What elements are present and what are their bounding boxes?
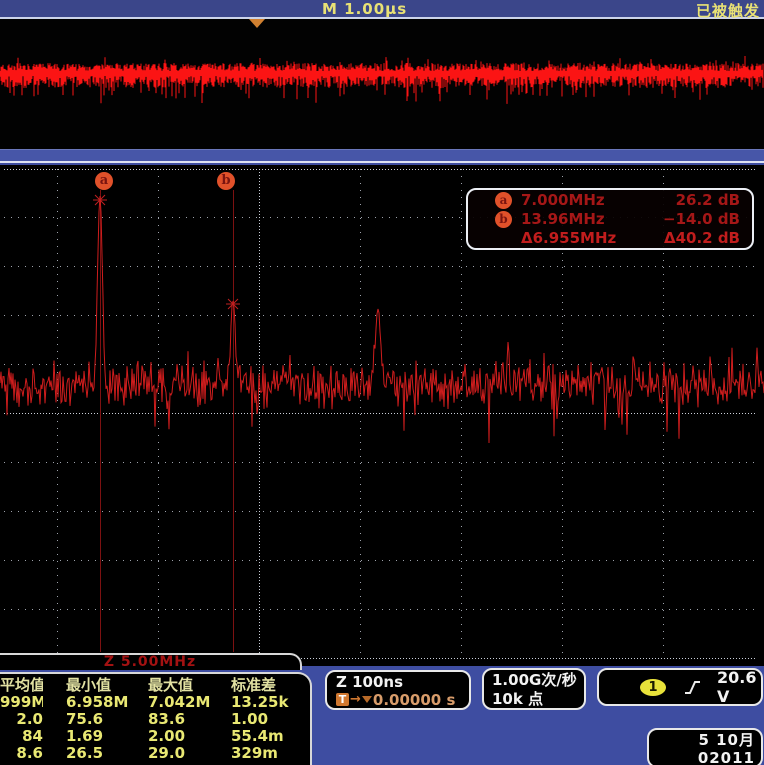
cell: 6.958M bbox=[43, 694, 148, 711]
oscilloscope-screen: M 1.00µs 已被触发 a b a 7.000MHz 26.2 dB bbox=[0, 0, 764, 765]
delta-level: Δ40.2 dB bbox=[664, 229, 752, 247]
table-row: 999M 6.958M 7.042M 13.25k bbox=[0, 694, 310, 711]
cursor-a-badge[interactable]: a bbox=[95, 172, 113, 190]
acquisition-readout-box: 1.00G次/秒 10k 点 bbox=[482, 668, 586, 710]
cell: 29.0 bbox=[148, 745, 231, 762]
cell: 2.00 bbox=[148, 728, 231, 745]
cell: 999M bbox=[0, 694, 43, 711]
cell: 13.25k bbox=[231, 694, 309, 711]
cell: 7.042M bbox=[148, 694, 231, 711]
top-status-bar: M 1.00µs 已被触发 bbox=[0, 0, 764, 19]
cell: 1.69 bbox=[43, 728, 148, 745]
fft-scale-readout: Z 5.00MHz bbox=[0, 653, 302, 670]
cursor-b-badge[interactable]: b bbox=[217, 172, 235, 190]
col-header-min: 最小值 bbox=[43, 677, 148, 694]
cursor-delta-row: Δ6.955MHz Δ40.2 dB bbox=[468, 229, 752, 247]
arrow-right-icon: → bbox=[350, 691, 361, 709]
table-row: 2.0 75.6 83.6 1.00 bbox=[0, 711, 310, 728]
cell: 329m bbox=[231, 745, 309, 762]
cell: 84 bbox=[0, 728, 43, 745]
sample-rate: 1.00G次/秒 bbox=[492, 671, 584, 690]
table-row: 84 1.69 2.00 55.4m bbox=[0, 728, 310, 745]
cell: 55.4m bbox=[231, 728, 309, 745]
cursor-b-badge-icon: b bbox=[495, 211, 512, 228]
measurement-table: 平均值 最小值 最大值 标准差 999M 6.958M 7.042M 13.25… bbox=[0, 672, 312, 765]
channel-readout-box: 1 20.6 V bbox=[597, 668, 763, 706]
table-row: 8.6 26.5 29.0 329m bbox=[0, 745, 310, 762]
cursor-a-frequency: 7.000MHz bbox=[521, 191, 639, 209]
window-separator bbox=[0, 149, 764, 163]
channel-1-badge: 1 bbox=[640, 679, 666, 696]
cell: 26.5 bbox=[43, 745, 148, 762]
cursor-a-badge-icon: a bbox=[495, 192, 512, 209]
cell: 8.6 bbox=[0, 745, 43, 762]
col-header-max: 最大值 bbox=[148, 677, 231, 694]
cell: 1.00 bbox=[231, 711, 309, 728]
trigger-position-line: T → 0.00000 s bbox=[336, 691, 469, 708]
cursor-readout-box: a 7.000MHz 26.2 dB b 13.96MHz −14.0 dB Δ… bbox=[466, 188, 754, 250]
cell: 75.6 bbox=[43, 711, 148, 728]
measurement-header-row: 平均值 最小值 最大值 标准差 bbox=[0, 677, 310, 694]
col-header-stddev: 标准差 bbox=[231, 677, 309, 694]
timebase-readout: M 1.00µs bbox=[322, 0, 407, 18]
trigger-position-value: 0.00000 s bbox=[373, 691, 455, 709]
measurement-panel: Z 5.00MHz 平均值 最小值 最大值 标准差 999M 6.958M 7.… bbox=[0, 653, 320, 765]
horizontal-readout-box: Z 100ns T → 0.00000 s bbox=[325, 670, 471, 710]
col-header-mean: 平均值 bbox=[0, 677, 43, 694]
triangle-down-icon bbox=[362, 696, 372, 703]
date-readout: 5 10月02011 bbox=[649, 731, 755, 765]
rising-edge-icon bbox=[684, 680, 701, 695]
cursor-a-level: 26.2 dB bbox=[676, 191, 752, 209]
cell: 2.0 bbox=[0, 711, 43, 728]
cell: 83.6 bbox=[148, 711, 231, 728]
time-domain-trace bbox=[0, 19, 764, 149]
fft-window: a b a 7.000MHz 26.2 dB b 13.96MHz −14.0 … bbox=[0, 165, 764, 666]
cursor-peak-markers bbox=[93, 195, 240, 309]
datetime-box: 5 10月02011 15:27:36 bbox=[647, 728, 763, 765]
zoom-timebase: Z 100ns bbox=[336, 673, 469, 691]
cursor-b-level: −14.0 dB bbox=[663, 210, 752, 228]
trigger-t-icon: T bbox=[336, 693, 349, 706]
record-length: 10k 点 bbox=[492, 690, 584, 709]
trigger-status: 已被触发 bbox=[696, 0, 760, 21]
cursor-a-row: a 7.000MHz 26.2 dB bbox=[468, 191, 752, 209]
cursor-b-frequency: 13.96MHz bbox=[521, 210, 639, 228]
cursor-b-row: b 13.96MHz −14.0 dB bbox=[468, 210, 752, 228]
volts-per-div: 20.6 V bbox=[717, 668, 761, 706]
trigger-position-marker-icon bbox=[249, 19, 265, 28]
time-domain-window bbox=[0, 19, 764, 149]
delta-frequency: Δ6.955MHz bbox=[521, 229, 639, 247]
